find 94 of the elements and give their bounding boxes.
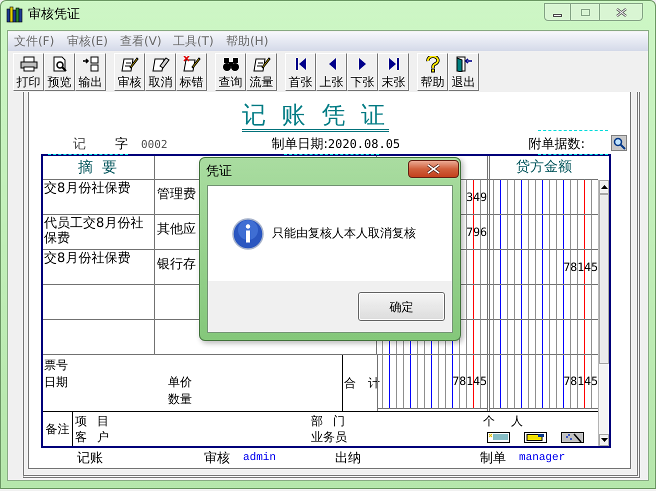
door-arrow-icon [454,56,472,72]
toolbar-button[interactable]: 末张 [378,52,409,90]
toolbar-label: 查询 [218,74,242,88]
toolbar-label: 标错 [180,74,204,88]
toolbar-button[interactable]: 取消 [145,52,176,90]
scroll-down-icon[interactable] [600,438,608,442]
notes-label: 备注 [46,421,70,437]
close-button[interactable] [408,160,459,178]
toolbar-button[interactable]: 打印 [13,52,44,90]
toolbar-button[interactable]: 退出 [448,52,479,90]
toolbar-label: 审核 [118,74,142,88]
signature-label: 出纳 [335,450,362,466]
triangle-right-icon [358,57,366,71]
account-cell[interactable]: 管理费 [157,187,196,202]
toolbar-button[interactable]: 下张 [347,52,378,90]
salesperson-label: 业务员 [311,429,348,445]
toolbar-button[interactable]: 首张 [285,52,316,90]
pencil-note-cross-icon [182,56,200,72]
toolbar-label: 首张 [288,74,312,88]
signature-label: 制单 [480,450,506,466]
signature-name: admin [243,450,276,466]
toolbar-label: 上张 [320,74,344,88]
toolbar-label: 下张 [350,74,374,88]
summary-cell[interactable]: 交8月份社保费 [44,251,153,266]
export-arrow-icon [82,56,100,72]
skip-first-icon [296,57,306,71]
department-label: 部 门 [311,413,349,429]
project-label: 项 目 [75,413,113,429]
minimize-icon [553,14,562,16]
date-label: 制单日期: [272,137,328,152]
wand-icon[interactable] [561,432,584,443]
credit-header: 贷方金额 [516,158,572,177]
pencil-note-icon [252,56,270,72]
triangle-left-icon [328,57,336,71]
signature-label: 审核 [204,450,230,466]
close-icon [427,164,440,174]
date-value[interactable]: 2020.08.05 [328,137,400,152]
toolbar-button[interactable]: 上张 [316,52,347,90]
toolbar-button[interactable]: 流量 [246,52,277,90]
maximize-icon [580,8,590,16]
signature-label: 记账 [77,450,103,466]
toolbar-button[interactable]: 审核 [114,52,145,90]
summary-cell[interactable]: 代员工交8月份社保费 [44,216,153,246]
voucher-type[interactable]: 记 [73,137,86,152]
customer-label: 客 户 [75,429,113,445]
toolbar-button[interactable]: 预览 [44,52,75,90]
lines-icon[interactable] [487,432,510,443]
person-label: 个 人 [483,413,530,429]
skip-last-icon [388,57,398,71]
voucher-title: 记 账 凭 证 [242,102,389,132]
toolbar-label: 流量 [250,74,274,88]
toolbar-label: 末张 [382,74,406,88]
toolbar-button[interactable]: 标错 [176,52,207,90]
voucher-type-suffix: 字 [115,137,128,152]
pencil-note-icon [120,56,138,72]
info-icon [232,218,264,250]
toolbar-button[interactable]: 输出 [75,52,106,90]
attachments-label: 附单据数: [528,137,585,152]
toolbar-button[interactable]: 帮助 [417,52,448,90]
magnifier-icon [612,136,626,150]
summary-header: 摘 要 [78,157,119,178]
scrollbar[interactable] [598,180,609,446]
ok-button[interactable]: 确定 [358,292,445,321]
toolbar-label: 取消 [148,74,172,88]
signature-name: manager [519,450,566,466]
binoculars-icon [222,56,240,72]
dialog-title: 凭证 [206,164,232,179]
printer-icon [20,56,38,72]
card-icon[interactable] [524,432,547,443]
toolbar-label: 退出 [452,74,476,88]
magnifier-page-icon [50,56,68,72]
summary-cell[interactable]: 交8月份社保费 [44,181,153,196]
account-cell[interactable]: 银行存 [157,257,196,272]
unit-price-label: 单价 [168,374,192,391]
toolbar-button[interactable]: 查询 [215,52,246,90]
lookup-button[interactable] [611,135,627,151]
books-icon [6,6,23,23]
toolbar-label: 帮助 [420,74,444,88]
question-mark-icon [426,56,440,72]
dialog-message: 只能由复核人本人取消复核 [272,226,416,241]
account-cell[interactable]: 其他应 [157,222,196,237]
voucher-number[interactable]: 0002 [141,137,168,152]
window-title: 审核凭证 [28,6,80,23]
scroll-up-icon[interactable] [600,185,608,189]
toolbar-label: 输出 [78,74,102,88]
total-label: 合 计 [344,375,384,392]
toolbar-label: 预览 [48,74,72,88]
eraser-icon [152,56,170,72]
toolbar-label: 打印 [16,74,40,88]
minimize-button[interactable] [544,3,571,21]
ticket-label: 票号 [44,357,68,374]
date-field-label: 日期 [44,374,68,391]
quantity-label: 数量 [168,391,192,408]
close-icon [616,8,626,16]
